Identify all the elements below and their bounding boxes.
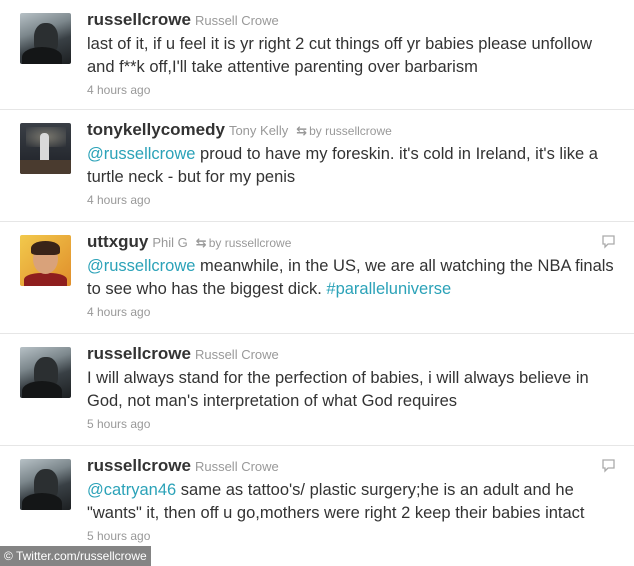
full-name: Phil G [152,235,188,250]
reply-icon[interactable] [601,458,616,473]
retweet-icon: ⇆ [296,123,308,138]
retweeted-by: by russellcrowe [309,124,392,138]
avatar[interactable] [20,123,71,174]
full-name: Russell Crowe [194,459,279,474]
screen-name-link[interactable]: russellcrowe [87,344,191,363]
full-name: Russell Crowe [194,347,279,362]
screen-name-link[interactable]: russellcrowe [87,10,191,29]
tweet-text: @russellcrowe proud to have my foreskin.… [87,143,614,189]
timestamp-link[interactable]: 4 hours ago [87,83,614,97]
timestamp-link[interactable]: 5 hours ago [87,529,614,543]
tweet-item: russellcrowe Russell Crowe @catryan46 sam… [0,446,634,558]
retweet-icon: ⇆ [195,235,207,250]
avatar[interactable] [20,347,71,398]
tweet-text: last of it, if u feel it is yr right 2 c… [87,33,614,79]
tweet-item: russellcrowe Russell Crowe I will always … [0,334,634,446]
mention-link[interactable]: @russellcrowe [87,257,195,275]
avatar[interactable] [20,13,71,64]
tweet-text-segment: I will always stand for the perfection o… [87,369,589,410]
tweet-item: tonykellycomedy Tony Kelly ⇆ by russellcrow… [0,110,634,222]
tweet-text: I will always stand for the perfection o… [87,367,614,413]
screen-name-link[interactable]: tonykellycomedy [87,120,225,139]
full-name: Tony Kelly [228,123,289,138]
tweet-text: @catryan46 same as tattoo's/ plastic sur… [87,479,614,525]
tweet-text: @russellcrowe meanwhile, in the US, we a… [87,255,614,301]
screen-name-link[interactable]: russellcrowe [87,456,191,475]
tweet-timeline: russellcrowe Russell Crowe last of it, if… [0,0,634,558]
source-watermark: © Twitter.com/russellcrowe [0,546,151,566]
tweet-item: russellcrowe Russell Crowe last of it, if… [0,0,634,110]
timestamp-link[interactable]: 5 hours ago [87,417,614,431]
avatar[interactable] [20,459,71,510]
tweet-item: uttxguy Phil G ⇆ by russellcrowe @russellcr… [0,222,634,334]
screen-name-link[interactable]: uttxguy [87,232,148,251]
mention-link[interactable]: @russellcrowe [87,145,195,163]
timestamp-link[interactable]: 4 hours ago [87,305,614,319]
tweet-text-segment: last of it, if u feel it is yr right 2 c… [87,35,593,76]
mention-link[interactable]: @catryan46 [87,481,176,499]
timestamp-link[interactable]: 4 hours ago [87,193,614,207]
full-name: Russell Crowe [194,13,279,28]
hashtag-link[interactable]: #paralleluniverse [326,280,451,298]
retweeted-by: by russellcrowe [208,236,292,250]
reply-icon[interactable] [601,234,616,249]
avatar[interactable] [20,235,71,286]
